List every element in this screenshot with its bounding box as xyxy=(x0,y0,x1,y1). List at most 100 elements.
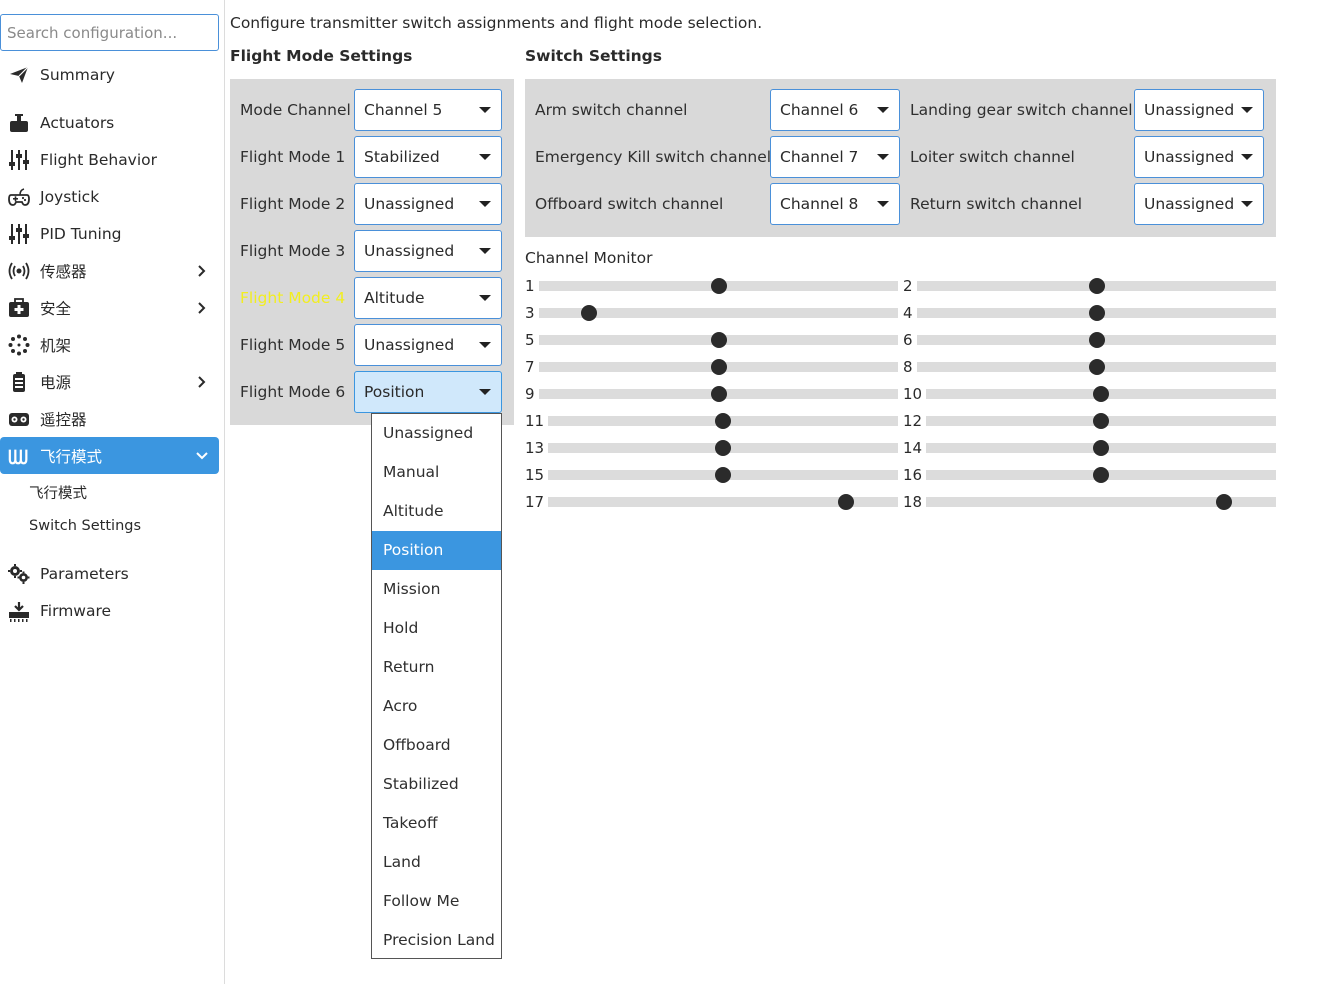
select-value: Unassigned xyxy=(364,242,455,260)
mode-channel-label: Mode Channel xyxy=(240,101,351,119)
chevron-down-icon xyxy=(193,451,211,461)
select-value: Channel 6 xyxy=(780,101,859,119)
sliders-icon xyxy=(8,149,30,171)
channel-bar xyxy=(539,389,716,399)
flight-mode-4-select[interactable]: Altitude xyxy=(354,277,502,319)
sidebar-item-sensors[interactable]: 传感器 xyxy=(0,252,219,289)
channel-indicator xyxy=(710,359,727,375)
dropdown-option[interactable]: Precision Land xyxy=(372,921,501,960)
select-value: Unassigned xyxy=(1144,148,1235,166)
sidebar-item-firmware[interactable]: Firmware xyxy=(0,592,219,629)
channel-bar xyxy=(926,389,1098,399)
dropdown-option[interactable]: Manual xyxy=(372,453,501,492)
channel-bar xyxy=(926,497,1221,507)
chevron-right-icon xyxy=(193,375,211,388)
channel-indicator xyxy=(1088,332,1105,348)
sidebar-item-pid-tuning[interactable]: PID Tuning xyxy=(0,215,219,252)
offboard-switch-select[interactable]: Channel 8 xyxy=(770,183,900,225)
flight-mode-settings-panel: Mode Channel Channel 5 Flight Mode 1 Sta… xyxy=(230,79,514,425)
dropdown-option[interactable]: Mission xyxy=(372,570,501,609)
channel-number: 7 xyxy=(525,358,535,376)
sidebar-item-label: Firmware xyxy=(40,601,112,620)
mode-channel-select[interactable]: Channel 5 xyxy=(354,89,502,131)
sidebar-item-parameters[interactable]: Parameters xyxy=(0,555,219,592)
sidebar-item-flight-behavior[interactable]: Flight Behavior xyxy=(0,141,219,178)
select-value: Channel 5 xyxy=(364,101,443,119)
battery-icon xyxy=(8,371,30,393)
dropdown-option[interactable]: Position xyxy=(372,531,501,570)
landing-gear-switch-label: Landing gear switch channel xyxy=(910,101,1133,119)
dropdown-option[interactable]: Hold xyxy=(372,609,501,648)
caret-down-icon xyxy=(479,107,491,113)
channel-bar xyxy=(1226,497,1276,507)
sidebar-item-label: 遥控器 xyxy=(40,410,87,429)
arm-switch-select[interactable]: Channel 6 xyxy=(770,89,900,131)
channel-bar xyxy=(548,497,843,507)
search-input[interactable] xyxy=(0,14,219,51)
channel-bar xyxy=(539,308,587,318)
sidebar-item-safety[interactable]: 安全 xyxy=(0,289,219,326)
sidebar-item-joystick[interactable]: Joystick xyxy=(0,178,219,215)
landing-gear-switch-select[interactable]: Unassigned xyxy=(1134,89,1264,131)
sidebar-item-flight-modes[interactable]: 飞行模式 xyxy=(0,437,219,474)
channel-indicator xyxy=(1088,305,1105,321)
page-description: Configure transmitter switch assignments… xyxy=(230,14,763,32)
dropdown-option[interactable]: Unassigned xyxy=(372,414,501,453)
flight-mode-5-select[interactable]: Unassigned xyxy=(354,324,502,366)
emergency-kill-switch-label: Emergency Kill switch channel xyxy=(535,148,772,166)
channel-bar xyxy=(548,470,720,480)
caret-down-icon xyxy=(1241,154,1253,160)
dropdown-option[interactable]: Land xyxy=(372,843,501,882)
channel-indicator xyxy=(1088,359,1105,375)
flight-mode-3-row: Flight Mode 3 Unassigned xyxy=(230,230,514,272)
channel-number: 17 xyxy=(525,493,545,511)
channel-bar xyxy=(721,362,898,372)
flight-mode-6-select[interactable]: Position xyxy=(354,371,502,413)
channel-bar xyxy=(548,416,720,426)
sidebar-item-actuators[interactable]: Actuators xyxy=(0,104,219,141)
sidebar-item-radio[interactable]: 遥控器 xyxy=(0,400,219,437)
radio-waves-icon xyxy=(8,260,30,282)
gears-icon xyxy=(8,563,30,585)
dropdown-option[interactable]: Takeoff xyxy=(372,804,501,843)
flight-mode-2-row: Flight Mode 2 Unassigned xyxy=(230,183,514,225)
dropdown-option[interactable]: Return xyxy=(372,648,501,687)
paper-plane-icon xyxy=(8,64,30,86)
sidebar-item-label: Parameters xyxy=(40,564,129,583)
flight-mode-2-select[interactable]: Unassigned xyxy=(354,183,502,225)
channel-number: 15 xyxy=(525,466,545,484)
subnav-flight-modes[interactable]: 飞行模式 xyxy=(29,482,87,503)
dropdown-option[interactable]: Stabilized xyxy=(372,765,501,804)
flight-mode-3-label: Flight Mode 3 xyxy=(240,242,346,260)
channel-bar xyxy=(726,470,898,480)
sidebar-item-label: Joystick xyxy=(40,187,100,206)
channel-bar xyxy=(548,443,720,453)
subnav-switch-settings[interactable]: Switch Settings xyxy=(29,518,141,534)
loiter-switch-select[interactable]: Unassigned xyxy=(1134,136,1264,178)
sidebar-item-label: 安全 xyxy=(40,299,72,318)
dropdown-option[interactable]: Follow Me xyxy=(372,882,501,921)
sidebar-item-label: Summary xyxy=(40,65,115,84)
caret-down-icon xyxy=(1241,107,1253,113)
channel-indicator xyxy=(1215,494,1232,510)
sidebar-item-summary[interactable]: Summary xyxy=(0,56,219,93)
emergency-kill-switch-select[interactable]: Channel 7 xyxy=(770,136,900,178)
sidebar-item-airframe[interactable]: 机架 xyxy=(0,326,219,363)
flight-mode-4-row: Flight Mode 4 Altitude xyxy=(230,277,514,319)
chevron-right-icon xyxy=(193,301,211,314)
select-value: Unassigned xyxy=(1144,195,1235,213)
dropdown-option[interactable]: Altitude xyxy=(372,492,501,531)
return-switch-select[interactable]: Unassigned xyxy=(1134,183,1264,225)
flight-mode-5-label: Flight Mode 5 xyxy=(240,336,346,354)
channel-bar xyxy=(1104,470,1276,480)
flight-mode-1-label: Flight Mode 1 xyxy=(240,148,346,166)
flight-mode-1-select[interactable]: Stabilized xyxy=(354,136,502,178)
dropdown-option[interactable]: Offboard xyxy=(372,726,501,765)
flight-mode-3-select[interactable]: Unassigned xyxy=(354,230,502,272)
sidebar-item-power[interactable]: 电源 xyxy=(0,363,219,400)
dropdown-option[interactable]: Acro xyxy=(372,687,501,726)
channel-bar xyxy=(726,443,898,453)
channel-bar xyxy=(1099,362,1276,372)
gamepad-icon xyxy=(8,186,30,208)
caret-down-icon xyxy=(479,201,491,207)
